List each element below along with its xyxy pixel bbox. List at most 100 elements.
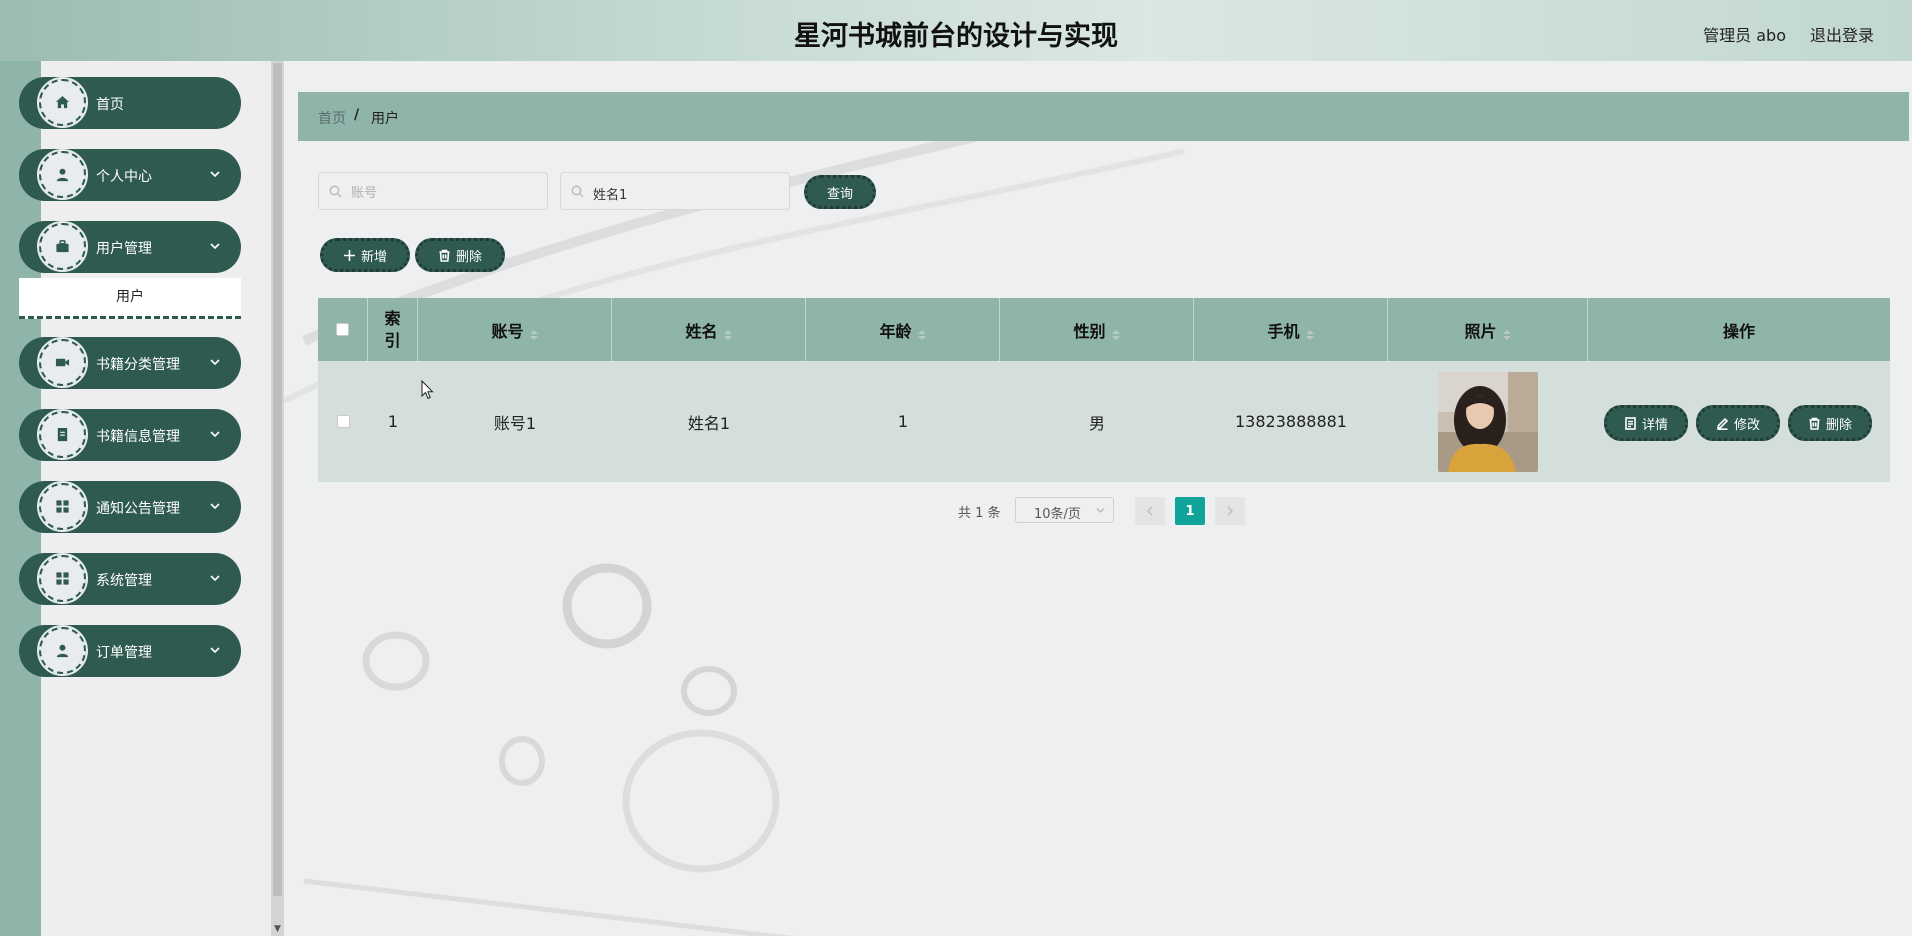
sort-icon[interactable] (723, 325, 732, 340)
breadcrumb-home[interactable]: 首页 (318, 108, 346, 128)
cell-age: 1 (897, 412, 909, 431)
sidebar-item-personal-center[interactable]: 个人中心 (19, 149, 241, 201)
sort-icon[interactable] (1111, 325, 1120, 340)
scroll-down-arrow-icon[interactable]: ▼ (274, 924, 281, 934)
name-search-field[interactable] (560, 172, 790, 210)
cell-index: 1 (387, 412, 399, 431)
logout-link[interactable]: 退出登录 (1810, 22, 1874, 46)
account-search-field[interactable] (318, 172, 548, 210)
column-header-photo[interactable]: 照片 (1388, 298, 1588, 361)
edit-button[interactable]: 修改 (1696, 405, 1780, 441)
sidebar-item-system[interactable]: 系统管理 (19, 553, 241, 605)
page-number-current[interactable]: 1 (1175, 497, 1205, 525)
sidebar-item-label: 书籍分类管理 (96, 357, 180, 373)
column-header-index: 索 引 (368, 298, 418, 361)
search-icon (571, 185, 584, 198)
user-icon (37, 625, 88, 676)
cell-gender: 男 (1088, 413, 1105, 433)
row-checkbox[interactable] (336, 415, 350, 428)
chevron-down-icon (209, 641, 221, 654)
add-button[interactable]: 新增 (320, 238, 410, 272)
column-header-account[interactable]: 账号 (418, 298, 612, 361)
sidebar-item-orders[interactable]: 订单管理 (19, 625, 241, 677)
chevron-down-icon (209, 569, 221, 582)
column-header-phone-label: 手机 (1267, 321, 1300, 341)
batch-delete-button-label: 删除 (455, 249, 482, 265)
sidebar-item-home[interactable]: 首页 (19, 77, 241, 129)
chevron-down-icon (209, 353, 221, 366)
chevron-left-icon (1146, 506, 1153, 516)
column-header-age[interactable]: 年龄 (806, 298, 1000, 361)
grid-icon (37, 553, 88, 604)
query-button[interactable]: 查询 (804, 175, 876, 209)
sort-icon[interactable] (1502, 325, 1511, 340)
detail-button[interactable]: 详情 (1604, 405, 1688, 441)
breadcrumb-current: 用户 (371, 111, 399, 127)
cell-photo (1388, 361, 1588, 482)
book-icon (37, 409, 88, 460)
column-header-actions-label: 操作 (1722, 321, 1755, 341)
sidebar-item-label: 系统管理 (96, 573, 152, 589)
column-header-account-label: 账号 (491, 321, 524, 341)
account-search-input[interactable] (349, 182, 543, 204)
portrait-photo[interactable] (1438, 371, 1538, 472)
scrollbar-thumb[interactable] (273, 63, 282, 896)
sidebar-subitem-user[interactable]: 用户 (19, 278, 241, 319)
document-icon (1625, 416, 1636, 430)
column-header-phone[interactable]: 手机 (1194, 298, 1388, 361)
sort-icon[interactable] (917, 325, 926, 340)
column-header-actions: 操作 (1588, 298, 1890, 361)
cell-account: 账号1 (493, 413, 537, 433)
sidebar-item-label: 首页 (96, 97, 124, 113)
admin-user-label: 管理员 abo (1703, 26, 1786, 45)
select-all-checkbox[interactable] (336, 323, 349, 336)
column-header-index-line2: 引 (384, 330, 401, 350)
video-icon (37, 337, 88, 388)
sidebar-item-book-info[interactable]: 书籍信息管理 (19, 409, 241, 461)
batch-delete-button[interactable]: 删除 (415, 238, 505, 272)
chevron-down-icon (209, 165, 221, 178)
column-header-name-label: 姓名 (685, 321, 718, 341)
top-header: 星河书城前台的设计与实现 管理员 abo 退出登录 (0, 0, 1912, 61)
detail-button-label: 详情 (1641, 417, 1668, 433)
briefcase-icon (37, 221, 88, 272)
sidebar-item-user-management[interactable]: 用户管理 (19, 221, 241, 273)
cell-phone: 13823888881 (1235, 412, 1347, 431)
trash-icon (1809, 417, 1820, 430)
breadcrumb: 首页 / 用户 (298, 92, 1909, 141)
row-select-cell (318, 361, 368, 482)
delete-button[interactable]: 删除 (1788, 405, 1872, 441)
site-title: 星河书城前台的设计与实现 (794, 21, 1118, 52)
table-header: 索 引 账号 姓名 年龄 性别 手机 照片 操作 (318, 298, 1890, 361)
column-header-gender[interactable]: 性别 (1000, 298, 1194, 361)
sidebar-item-label: 个人中心 (96, 169, 152, 185)
user-icon (37, 149, 88, 200)
column-header-index-line1: 索 (384, 308, 401, 328)
query-button-label: 查询 (826, 186, 853, 202)
sort-icon[interactable] (1305, 325, 1314, 340)
search-icon (329, 185, 342, 198)
sort-icon[interactable] (529, 325, 538, 340)
prev-page-button[interactable] (1135, 497, 1165, 525)
column-header-name[interactable]: 姓名 (612, 298, 806, 361)
next-page-button[interactable] (1215, 497, 1245, 525)
cell-name: 姓名1 (687, 413, 731, 433)
edit-icon (1716, 417, 1729, 430)
select-all-cell (318, 298, 368, 361)
sidebar-item-book-category[interactable]: 书籍分类管理 (19, 337, 241, 389)
pagination-total: 共 1 条 (958, 506, 1001, 521)
chevron-down-icon (209, 237, 221, 250)
sidebar-item-label: 用户管理 (96, 241, 152, 257)
page-size-select[interactable]: 10条/页 (1015, 497, 1114, 523)
plus-icon (343, 249, 355, 261)
breadcrumb-separator: / (354, 107, 360, 123)
pagination: 共 1 条 10条/页 1 (0, 496, 1912, 526)
column-header-gender-label: 性别 (1073, 321, 1106, 341)
chevron-down-icon (209, 425, 221, 438)
chevron-down-icon (1096, 508, 1105, 513)
name-search-input[interactable] (591, 182, 785, 204)
column-header-photo-label: 照片 (1464, 321, 1497, 341)
chevron-right-icon (1227, 506, 1234, 516)
home-icon (37, 77, 88, 128)
trash-icon (439, 249, 450, 262)
